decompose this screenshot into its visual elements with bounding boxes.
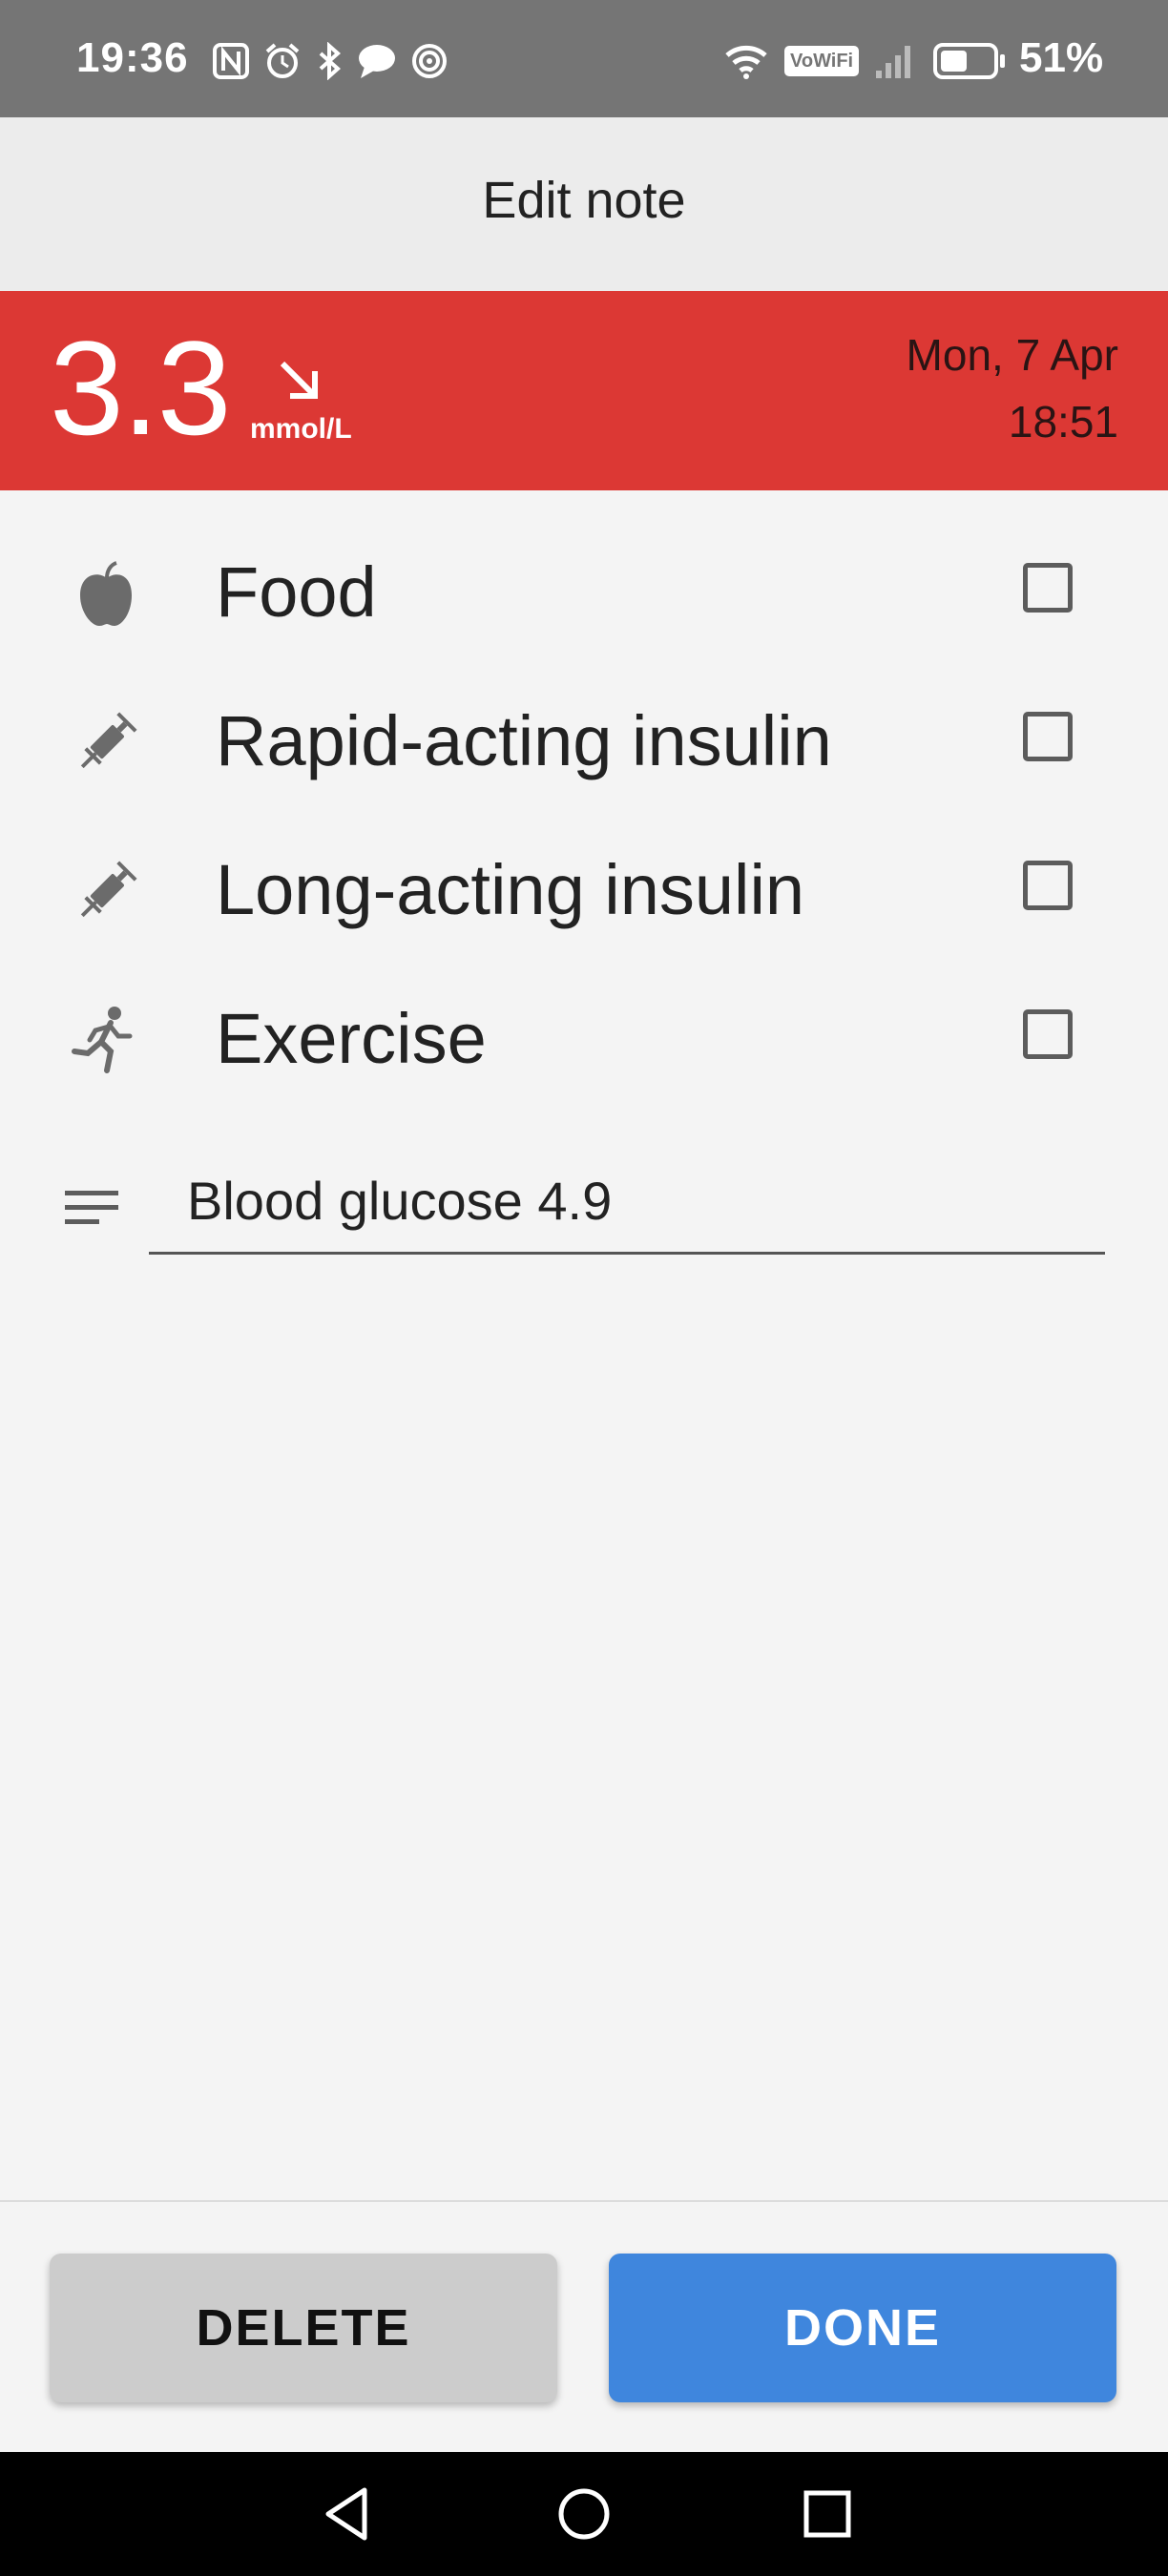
wifi-icon [725,45,767,79]
alarm-icon [265,43,300,78]
reading-time: 18:51 [1008,397,1118,447]
status-time: 19:36 [76,34,189,81]
option-label: Exercise [216,999,487,1078]
hotspot-icon [412,44,447,78]
option-row-food[interactable]: Food [0,515,1168,664]
option-label: Long-acting insulin [216,850,805,929]
option-row-exercise[interactable]: Exercise [0,962,1168,1111]
signal-icon [876,46,911,78]
navigation-bar [0,2452,1168,2576]
app-bar: Edit note [0,117,1168,291]
recents-icon[interactable] [794,2481,861,2547]
running-icon [72,1007,133,1073]
glucose-reading-banner: 3.3 mmol/L Mon, 7 Apr 18:51 [0,291,1168,490]
long-insulin-checkbox[interactable] [1023,861,1073,910]
food-checkbox[interactable] [1023,563,1073,613]
chat-icon [359,45,395,78]
status-right-icons: VoWiFi [723,42,1006,80]
status-left-icons [212,42,448,80]
exercise-checkbox[interactable] [1023,1009,1073,1059]
done-button[interactable]: DONE [609,2254,1116,2402]
nfc-icon [213,43,249,79]
comment-field[interactable] [149,1164,1105,1255]
comment-input[interactable] [187,1170,1084,1232]
glucose-unit: mmol/L [250,413,352,445]
syringe-icon [80,712,137,769]
rapid-insulin-checkbox[interactable] [1023,712,1073,761]
option-row-long-insulin[interactable]: Long-acting insulin [0,813,1168,962]
option-label: Rapid-acting insulin [216,701,832,780]
glucose-value: 3.3 [50,313,232,463]
option-label: Food [216,552,377,632]
status-bar: 19:36 VoWiFi 51% [0,0,1168,117]
vowifi-badge: VoWiFi [784,46,860,76]
divider [0,2200,1168,2202]
syringe-icon [80,861,137,918]
option-row-rapid-insulin[interactable]: Rapid-acting insulin [0,664,1168,813]
back-icon[interactable] [315,2481,382,2547]
apple-icon [80,561,132,626]
delete-button[interactable]: DELETE [50,2254,557,2402]
battery-percentage: 51% [1019,34,1104,81]
home-icon[interactable] [551,2481,617,2547]
notes-icon [65,1191,118,1224]
arrow-down-right-icon [280,361,318,399]
battery-icon [933,43,1006,79]
note-options-list: Food Rapid-acting insulin Long-acting in… [0,515,1168,1111]
reading-date: Mon, 7 Apr [906,330,1118,380]
bluetooth-icon [319,42,342,80]
page-title: Edit note [482,172,686,229]
